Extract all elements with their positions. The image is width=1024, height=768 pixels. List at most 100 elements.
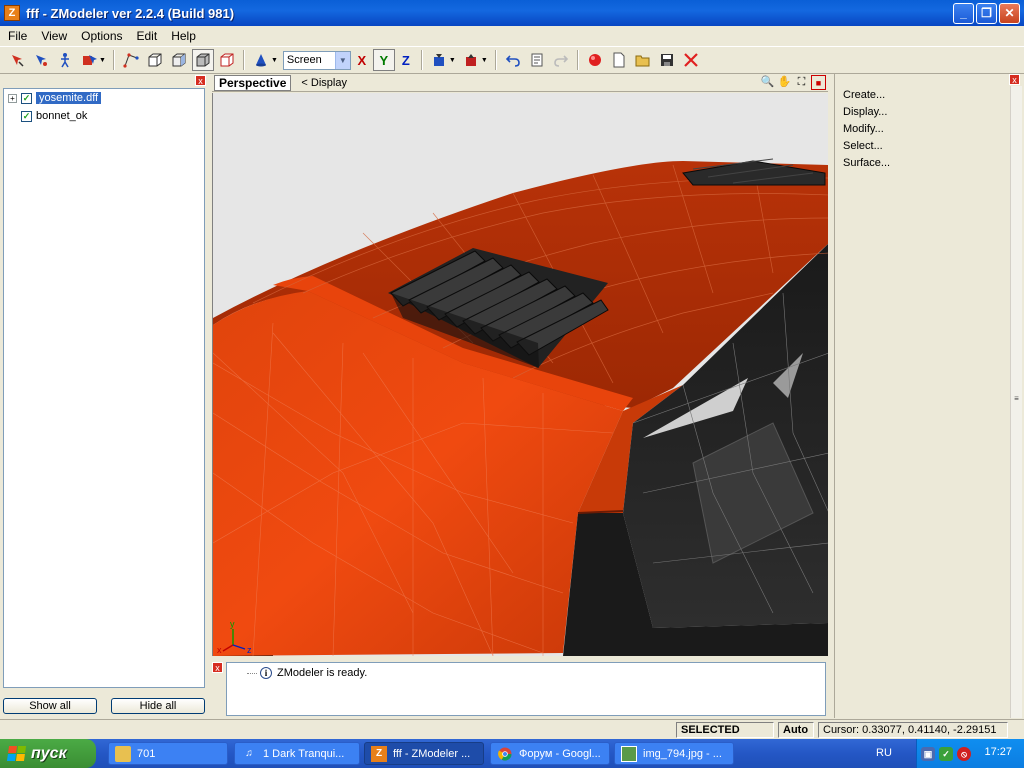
music-icon: ♫ xyxy=(245,748,253,759)
axis-z-label: z xyxy=(247,645,252,655)
import-icon[interactable] xyxy=(428,49,450,71)
chevron-down-icon[interactable]: ▼ xyxy=(334,51,350,69)
taskbar-item-zmodeler[interactable]: Z fff - ZModeler ... xyxy=(364,742,484,765)
multi-select-icon[interactable] xyxy=(78,49,100,71)
zmodeler-icon: Z xyxy=(371,745,387,762)
delete-icon[interactable] xyxy=(680,49,702,71)
tree-item-label: bonnet_ok xyxy=(36,110,88,122)
faces-mode-icon[interactable] xyxy=(168,49,190,71)
log-message: ZModeler is ready. xyxy=(277,667,368,679)
3d-viewport[interactable]: y x z xyxy=(212,93,828,656)
menu-surface[interactable]: Surface... xyxy=(843,157,890,169)
pan-hand-icon[interactable]: ✋ xyxy=(777,75,792,90)
save-icon[interactable] xyxy=(656,49,678,71)
maximize-viewport-icon[interactable]: ■ xyxy=(811,75,826,90)
export-icon[interactable] xyxy=(460,49,482,71)
redo-icon[interactable] xyxy=(550,49,572,71)
menu-modify[interactable]: Modify... xyxy=(843,123,884,135)
minimize-button[interactable]: _ xyxy=(953,3,974,24)
new-file-icon[interactable] xyxy=(608,49,630,71)
network-icon[interactable]: ▣ xyxy=(921,746,935,761)
start-button[interactable]: пуск xyxy=(0,739,96,768)
axis-y-label: y xyxy=(230,619,235,629)
edges-mode-icon[interactable] xyxy=(144,49,166,71)
select-object-icon[interactable] xyxy=(30,49,52,71)
viewport-tab-perspective[interactable]: Perspective xyxy=(214,74,292,91)
cursor-coordinates: Cursor: 0.33077, 0.41140, -2.29151 xyxy=(818,722,1008,738)
title-bar: Z fff - ZModeler ver 2.2.4 (Build 981) _… xyxy=(0,0,1024,26)
close-button[interactable]: ✕ xyxy=(999,3,1020,24)
zoom-icon[interactable]: 🔍 xyxy=(760,75,775,90)
cone-icon[interactable] xyxy=(250,49,272,71)
clock[interactable]: 17:27 xyxy=(984,746,1012,758)
taskbar-item-folder[interactable]: 701 xyxy=(108,742,228,765)
scroll-grip-icon[interactable]: ≡ xyxy=(1012,394,1021,406)
info-icon: i xyxy=(260,667,272,679)
folder-icon xyxy=(115,745,131,762)
tree-item-yosemite[interactable]: + ✓ yosemite.dff xyxy=(8,90,102,106)
select-vertex-icon[interactable] xyxy=(6,49,28,71)
objects-mode-icon[interactable] xyxy=(191,49,214,71)
security-shield-icon[interactable]: ✓ xyxy=(939,746,953,761)
undo-icon[interactable] xyxy=(502,49,524,71)
taskbar-item-music[interactable]: ♫ 1 Dark Tranqui... xyxy=(234,742,360,765)
mesh-mode-icon[interactable] xyxy=(216,49,238,71)
zmodeler-app-icon[interactable]: Z xyxy=(4,5,20,21)
chevron-down-icon[interactable]: ▼ xyxy=(481,57,488,64)
log-entry: i ZModeler is ready. xyxy=(247,667,367,679)
menu-edit[interactable]: Edit xyxy=(131,29,164,43)
main-toolbar: ▼ ▼ Screen ▼ X Y Z ▼ ▼ xyxy=(0,46,1024,74)
window-title: fff - ZModeler ver 2.2.4 (Build 981) xyxy=(26,5,235,21)
object-tree: + ✓ yosemite.dff ✓ bonnet_ok xyxy=(3,88,205,688)
objects-panel: x + ✓ yosemite.dff ✓ bonnet_ok Show all … xyxy=(0,74,208,718)
system-tray: ▣ ✓ ⦸ 17:27 xyxy=(916,739,1024,768)
hide-all-button[interactable]: Hide all xyxy=(111,698,205,714)
status-bar: SELECTED MODE Auto Cursor: 0.33077, 0.41… xyxy=(0,719,1024,750)
chevron-down-icon[interactable]: ▼ xyxy=(271,57,278,64)
maximize-button[interactable]: ❐ xyxy=(976,3,997,24)
chevron-down-icon[interactable]: ▼ xyxy=(449,57,456,64)
display-link[interactable]: < Display xyxy=(301,77,347,89)
menu-view[interactable]: View xyxy=(35,29,73,43)
menu-help[interactable]: Help xyxy=(165,29,202,43)
tree-item-bonnet[interactable]: ✓ bonnet_ok xyxy=(21,108,87,124)
axis-x-toggle[interactable]: X xyxy=(351,49,373,71)
chrome-icon xyxy=(497,746,513,762)
tree-item-label: yosemite.dff xyxy=(36,92,102,104)
zoom-extents-icon[interactable]: ⛶ xyxy=(794,75,809,90)
taskbar-item-image[interactable]: img_794.jpg - ... xyxy=(614,742,734,765)
open-folder-icon[interactable] xyxy=(632,49,654,71)
language-indicator[interactable]: RU xyxy=(876,747,892,759)
taskbar: пуск 701 ♫ 1 Dark Tranqui... Z fff - ZMo… xyxy=(0,739,1024,768)
menu-options[interactable]: Options xyxy=(75,29,128,43)
taskbar-item-chrome[interactable]: Форум - Googl... xyxy=(490,742,610,765)
visibility-checkbox[interactable]: ✓ xyxy=(21,92,32,104)
menu-create[interactable]: Create... xyxy=(843,89,885,101)
vertices-mode-icon[interactable] xyxy=(120,49,142,71)
image-icon xyxy=(621,745,637,762)
menu-select[interactable]: Select... xyxy=(843,140,883,152)
axis-x-label: x xyxy=(217,645,222,655)
move-icon[interactable] xyxy=(54,49,76,71)
record-icon[interactable] xyxy=(584,49,606,71)
windows-logo-icon xyxy=(6,746,27,761)
axis-y-toggle[interactable]: Y xyxy=(372,49,395,71)
log-window: i ZModeler is ready. xyxy=(226,662,826,716)
right-panel-scrollbar[interactable]: ≡ xyxy=(1010,86,1022,718)
close-icon[interactable]: x xyxy=(1009,74,1020,85)
commands-panel: x Create... Display... Modify... Select.… xyxy=(834,74,1020,718)
blocked-icon[interactable]: ⦸ xyxy=(957,746,971,761)
selection-mode-indicator[interactable]: SELECTED MODE xyxy=(676,722,774,750)
undo-list-icon[interactable] xyxy=(526,49,548,71)
auto-indicator[interactable]: Auto xyxy=(778,722,814,738)
axis-z-toggle[interactable]: Z xyxy=(395,49,417,71)
visibility-checkbox[interactable]: ✓ xyxy=(21,110,32,122)
close-icon[interactable]: x xyxy=(195,75,206,86)
expand-plus-icon[interactable]: + xyxy=(8,93,17,103)
show-all-button[interactable]: Show all xyxy=(3,698,97,714)
coordinate-system-select[interactable]: Screen ▼ xyxy=(282,50,351,70)
chevron-down-icon[interactable]: ▼ xyxy=(99,57,106,64)
menu-file[interactable]: File xyxy=(2,29,33,43)
close-icon[interactable]: x xyxy=(212,662,223,673)
menu-display[interactable]: Display... xyxy=(843,106,887,118)
